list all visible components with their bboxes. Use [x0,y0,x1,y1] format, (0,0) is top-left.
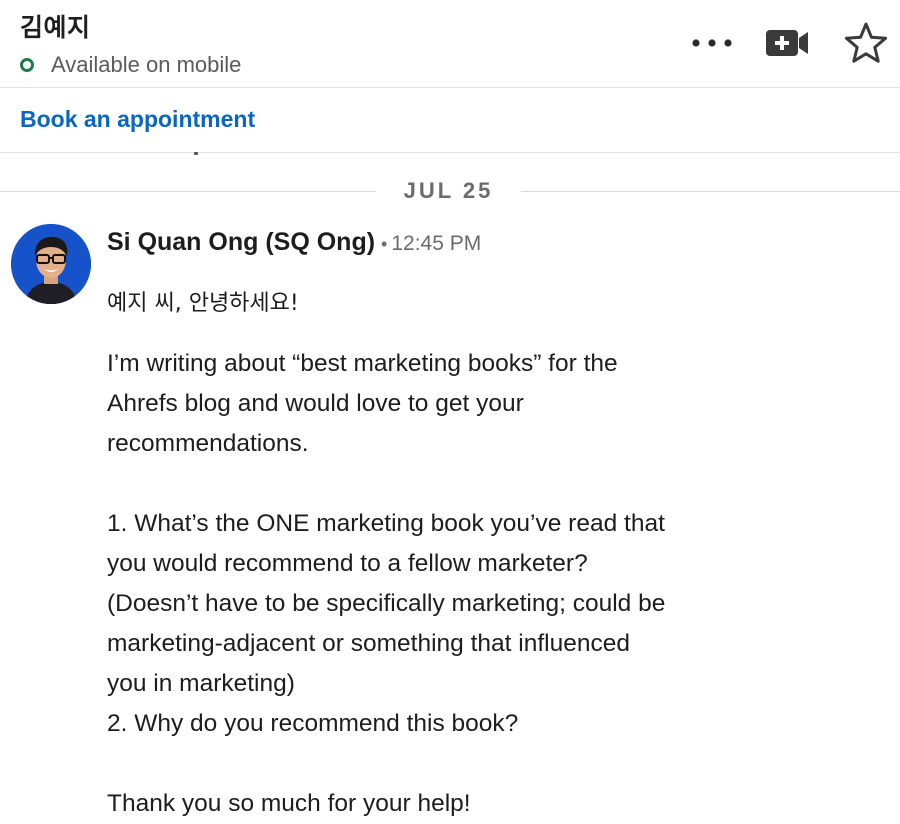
contact-name[interactable]: 김예지 [20,8,91,44]
online-status-icon [20,58,34,72]
star-button[interactable] [842,18,890,68]
status-text: Available on mobile [51,52,242,77]
question-line: marketing-adjacent or something that inf… [107,630,630,657]
message-body: 예지 씨, 안녕하세요! I’m writing about “best mar… [107,284,807,824]
more-horizontal-icon [692,39,732,47]
message-line: recommendations. [107,430,309,457]
presence-status: Available on mobile [20,52,241,78]
header-actions [688,18,890,68]
closing-line: Thank you so much for your help! [107,790,471,817]
date-label: JUL 25 [403,178,494,203]
video-call-button[interactable] [764,18,810,68]
sender-name[interactable]: Si Quan Ong (SQ Ong) [107,228,375,256]
video-call-icon [766,30,808,56]
avatar[interactable] [11,224,91,304]
question-line: 2. Why do you recommend this book? [107,710,519,737]
more-options-button[interactable] [688,18,736,68]
message-timestamp: 12:45 PM [391,232,482,255]
message-line: Ahrefs blog and would love to get your [107,390,524,417]
conversation-header: 김예지 Available on mobile [0,0,900,88]
question-line: (Doesn’t have to be specifically marketi… [107,590,666,617]
question-line: you would recommend to a fellow marketer… [107,550,588,577]
greeting-line: 예지 씨, 안녕하세요! [107,291,299,316]
question-line: 1. What’s the ONE marketing book you’ve … [107,510,665,537]
sender-photo [11,224,91,304]
meta-separator: • [381,234,388,254]
book-appointment-link[interactable]: Book an appointment [20,106,255,133]
book-appointment-bar: Book an appointment [0,88,900,153]
divider-line [0,191,376,192]
question-line: you in marketing) [107,670,295,697]
message-meta: Si Quan Ong (SQ Ong) • 12:45 PM [107,228,481,257]
scroll-artifact [194,152,198,155]
date-divider: JUL 25 [0,178,900,206]
divider-line [521,191,900,192]
star-outline-icon [844,22,888,63]
message-line: I’m writing about “best marketing books”… [107,350,618,377]
